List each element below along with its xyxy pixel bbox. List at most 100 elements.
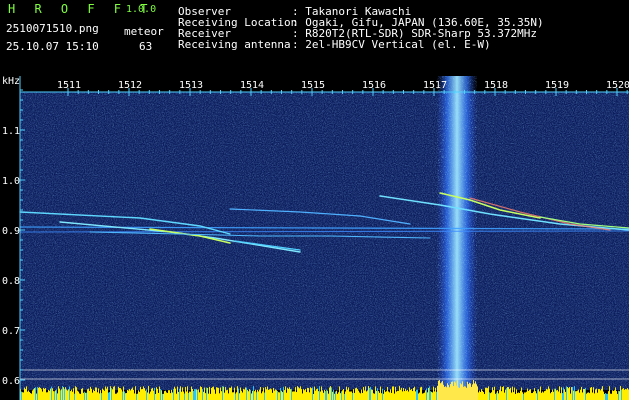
histogram-bar [577,390,578,400]
histogram-bar [473,380,474,400]
histogram-bar [554,388,555,400]
histogram-bar [286,392,287,400]
histogram-bar [491,392,492,400]
histogram-bar [107,386,108,400]
histogram-bar [63,387,64,400]
histogram-bar [30,393,31,400]
x-tick-label: 1518 [484,80,508,91]
histogram-bar [514,387,515,400]
histogram-bar [56,389,57,400]
histogram-bar [207,387,208,400]
histogram-bar [313,393,314,400]
histogram-bar [157,388,158,400]
histogram-bar [411,389,412,400]
histogram-bar [604,393,605,400]
histogram-bar [353,389,354,400]
y-tick-label: 0.7 [2,326,20,337]
histogram-bar [505,389,506,400]
histogram-bar [66,389,67,400]
histogram-bar [78,391,79,400]
histogram-bar [489,392,490,400]
histogram-bar [281,390,282,400]
histogram-bar [544,391,545,400]
histogram-bar [366,391,367,400]
histogram-bar [584,388,585,400]
histogram-bar [380,386,381,400]
histogram-bar [136,393,137,400]
histogram-bar [162,393,163,400]
histogram-bar [458,387,459,400]
histogram-bar [593,387,594,400]
histogram-bar [346,386,347,400]
histogram-bar [198,389,199,400]
histogram-bar [45,388,46,400]
histogram-bar [104,390,105,400]
histogram-bar [488,386,489,400]
histogram-bar [498,393,499,400]
histogram-bar [261,393,262,400]
histogram-bar [399,386,400,400]
histogram-bar [92,392,93,400]
histogram-bar [199,392,200,400]
histogram-bar [476,384,477,400]
histogram-bar [336,390,337,400]
histogram-bar [386,391,387,400]
histogram-bar [320,391,321,400]
histogram-bar [262,391,263,400]
x-tick-label: 1517 [423,80,447,91]
histogram-bar [90,386,91,400]
histogram-bar [355,388,356,400]
histogram-bar [396,391,397,400]
histogram-bar [383,393,384,400]
histogram-bar [318,391,319,400]
histogram-bar [314,386,315,400]
detection-count: 63 [139,40,153,53]
histogram-bar [408,391,409,400]
histogram-bar [59,388,60,400]
histogram-bar [542,391,543,400]
histogram-bar [485,387,486,400]
histogram-bar [547,389,548,400]
histogram-bar [561,387,562,400]
histogram-bar [302,393,303,400]
histogram-bar [442,380,443,400]
histogram-bar [603,391,604,400]
histogram-bar [86,392,87,400]
histogram-bar [173,388,174,400]
histogram-bar [154,387,155,400]
histogram-bar [532,393,533,400]
histogram-bar [230,387,231,400]
histogram-bar [394,393,395,400]
y-tick-label: 1.1 [2,126,20,137]
histogram-bar [515,393,516,400]
histogram-bar [563,387,564,400]
histogram-bar [332,391,333,400]
histogram-bar [330,386,331,400]
histogram-bar [552,389,553,400]
histogram-bar [484,393,485,400]
histogram-bar [57,393,58,400]
histogram-bar [436,391,437,400]
histogram-bar [326,389,327,400]
histogram-bar [287,387,288,400]
histogram-bar [229,387,230,400]
histogram-bar [250,389,251,400]
histogram-bar [522,392,523,400]
histogram-bar [431,391,432,400]
histogram-bar [138,390,139,400]
histogram-bar [312,387,313,400]
histogram-bar [113,386,114,400]
histogram-bar [608,391,609,400]
histogram-bar [496,392,497,400]
histogram-bar [167,392,168,400]
histogram-bar [293,391,294,400]
histogram-bar [75,386,76,400]
histogram-bar [626,389,627,400]
histogram-bar [221,391,222,400]
histogram-bar [109,392,110,400]
histogram-bar [106,388,107,400]
histogram-bar [334,393,335,400]
histogram-bar [612,390,613,400]
histogram-bar [445,386,446,400]
histogram-bar [48,389,49,400]
